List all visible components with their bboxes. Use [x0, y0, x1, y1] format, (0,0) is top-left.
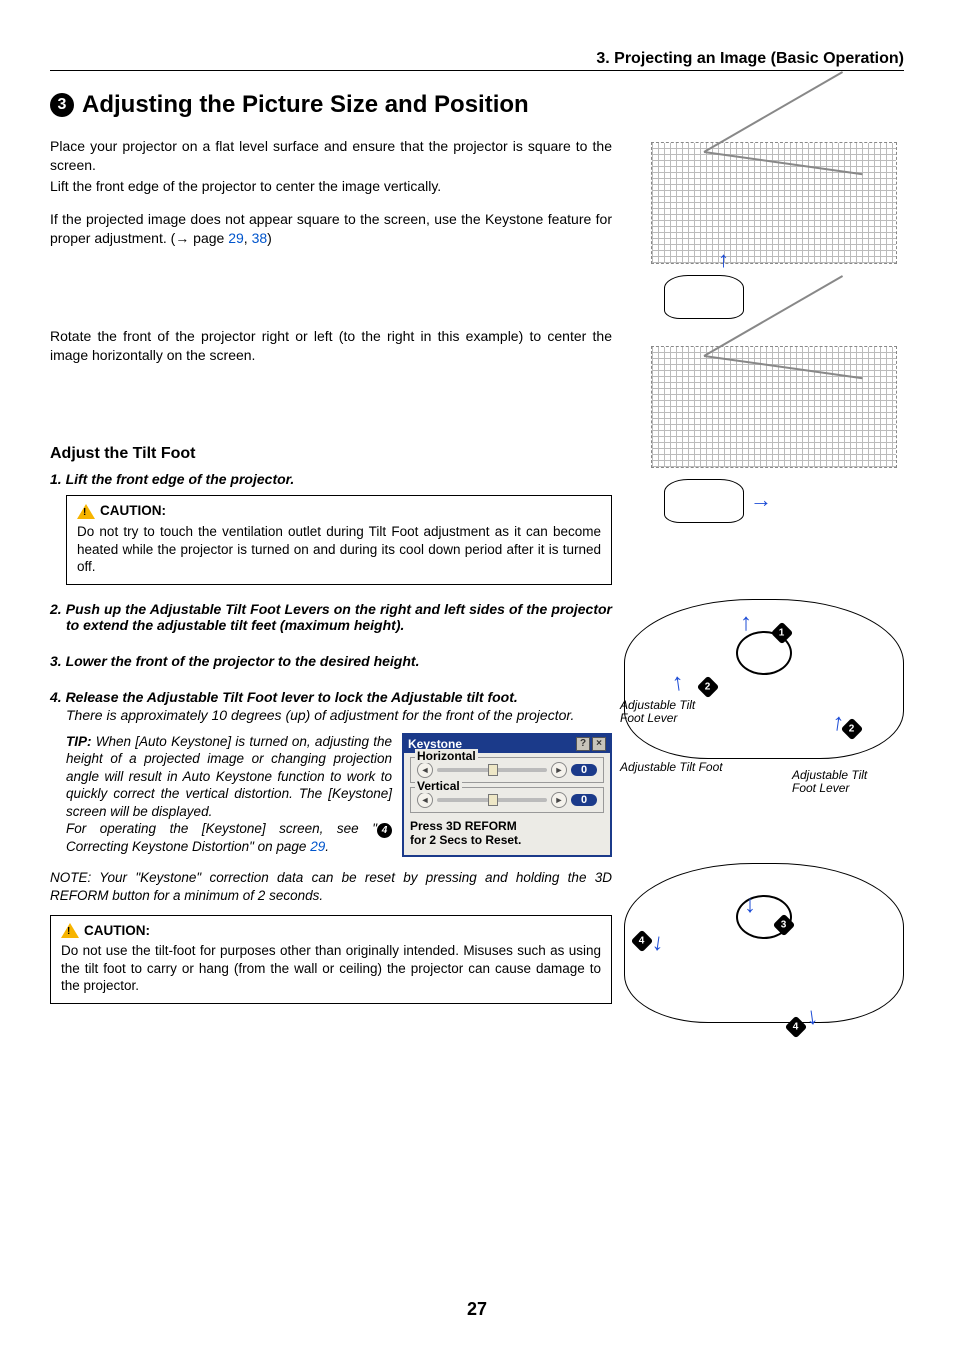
caution-box-1: CAUTION: Do not try to touch the ventila… [66, 495, 612, 584]
keystone-footer-2: for 2 Secs to Reset. [410, 833, 521, 847]
keystone-footer: Press 3D REFORM for 2 Secs to Reset. [410, 819, 604, 848]
tip-ref-badge: 4 [377, 823, 392, 838]
down-arrow-icon: ↓ [744, 891, 756, 919]
right-column: ↑ → 1 2 2 ↑ ↑ ↑ Adjustable Tilt Foot Lev… [624, 137, 904, 1053]
v-decrease-button[interactable]: ◄ [417, 792, 433, 808]
keystone-h-slider: ◄ ► 0 [417, 762, 597, 778]
keystone-footer-1: Press 3D REFORM [410, 819, 517, 833]
tip-text: TIP: When [Auto Keystone] is turned on, … [50, 733, 392, 856]
close-button[interactable]: × [592, 737, 606, 751]
intro-columns: Place your projector on a flat level sur… [50, 137, 904, 1053]
intro-p3a: If the projected image does not appear s… [50, 211, 612, 246]
diagram-tilt-down: 3 4 4 ↓ ↓ ↓ [624, 833, 904, 1053]
h-decrease-button[interactable]: ◄ [417, 762, 433, 778]
caution-label-2: CAUTION: [84, 922, 150, 940]
caution-head-2: CAUTION: [61, 922, 150, 940]
intro-p3: If the projected image does not appear s… [50, 210, 612, 248]
page-number: 27 [0, 1299, 954, 1320]
diagram-horizontal-center: → [624, 341, 904, 531]
caution-head-1: CAUTION: [77, 502, 166, 520]
keystone-v-label: Vertical [415, 779, 462, 793]
callout-lever-2: Adjustable Tilt Foot Lever [792, 769, 892, 795]
chapter-header: 3. Projecting an Image (Basic Operation) [50, 50, 904, 71]
page-link-38[interactable]: 38 [252, 230, 268, 246]
projector-icon [664, 479, 744, 523]
intro-p3b: ) [267, 230, 272, 246]
h-track[interactable] [437, 768, 547, 772]
caution-box-2: CAUTION: Do not use the tilt-foot for pu… [50, 915, 612, 1004]
h-increase-button[interactable]: ► [551, 762, 567, 778]
diagram-vertical-center: ↑ [624, 137, 904, 327]
tip-body2b: Correcting Keystone Distortion" on page [66, 839, 310, 854]
v-track[interactable] [437, 798, 547, 802]
intro-p2: Lift the front edge of the projector to … [50, 177, 612, 196]
warning-icon [61, 923, 79, 938]
diagram-tilt-up: 1 2 2 ↑ ↑ ↑ Adjustable Tilt Foot Lever A… [624, 569, 904, 789]
up-arrow-icon: ↑ [740, 609, 752, 637]
tip-body2a: For operating the [Keystone] screen, see… [66, 821, 377, 836]
h-thumb[interactable] [488, 764, 498, 776]
keystone-panel: Keystone ? × Horizontal ◄ ► 0 [402, 733, 612, 858]
intro-p4: Rotate the front of the projector right … [50, 327, 612, 365]
caution-body-2: Do not use the tilt-foot for purposes ot… [61, 943, 601, 993]
h-value: 0 [571, 764, 597, 776]
keystone-v-slider: ◄ ► 0 [417, 792, 597, 808]
intro-comma: , [244, 230, 252, 246]
step-3: 3. Lower the front of the projector to t… [50, 653, 612, 669]
help-button[interactable]: ? [576, 737, 590, 751]
v-increase-button[interactable]: ► [551, 792, 567, 808]
v-thumb[interactable] [488, 794, 498, 806]
keystone-h-label: Horizontal [415, 749, 478, 763]
section-title: Adjusting the Picture Size and Position [82, 91, 529, 119]
tip-row: TIP: When [Auto Keystone] is turned on, … [50, 733, 612, 858]
keystone-inner: Horizontal ◄ ► 0 Vertical ◄ [404, 753, 610, 856]
tip-body: When [Auto Keystone] is turned on, adjus… [66, 734, 392, 819]
callout-lever-1: Adjustable Tilt Foot Lever [620, 699, 710, 725]
keystone-vertical-group: Vertical ◄ ► 0 [410, 787, 604, 813]
projector-icon [664, 275, 744, 319]
caution-label-1: CAUTION: [100, 502, 166, 520]
section-title-row: 3 Adjusting the Picture Size and Positio… [50, 91, 904, 119]
intro-left: Place your projector on a flat level sur… [50, 137, 612, 1053]
subhead-tiltfoot: Adjust the Tilt Foot [50, 445, 612, 463]
v-value: 0 [571, 794, 597, 806]
right-arrow-icon: → [750, 487, 772, 513]
step-4-follow: There is approximately 10 degrees (up) o… [50, 707, 612, 723]
intro-p1: Place your projector on a flat level sur… [50, 137, 612, 175]
tip-label: TIP: [66, 734, 92, 749]
step-4: 4. Release the Adjustable Tilt Foot leve… [50, 689, 612, 705]
step-2: 2. Push up the Adjustable Tilt Foot Leve… [50, 601, 612, 633]
callout-foot: Adjustable Tilt Foot [620, 761, 750, 774]
tip-body2c: . [325, 839, 329, 854]
note-text: NOTE: Your "Keystone" correction data ca… [50, 869, 612, 904]
caution-body-1: Do not try to touch the ventilation outl… [77, 524, 601, 574]
section-number-badge: 3 [50, 93, 74, 117]
page-link-29[interactable]: 29 [228, 230, 244, 246]
projector-icon [624, 863, 904, 1023]
chapter-title: 3. Projecting an Image (Basic Operation) [50, 50, 904, 68]
step-1: 1. Lift the front edge of the projector. [50, 471, 612, 487]
warning-icon [77, 504, 95, 519]
tip-page-link[interactable]: 29 [310, 839, 325, 854]
keystone-titlebar-buttons: ? × [576, 737, 606, 751]
up-arrow-icon: ↑ [718, 247, 729, 273]
projector-icon [624, 599, 904, 759]
